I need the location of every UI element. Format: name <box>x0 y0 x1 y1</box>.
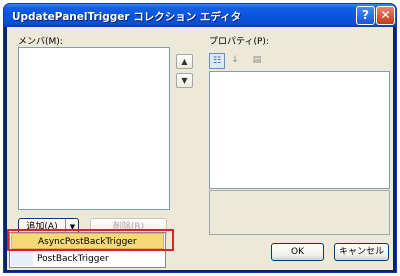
members-label: メンバ(M): <box>18 37 63 47</box>
property-grid[interactable] <box>209 71 390 189</box>
menu-item-async-postback-trigger[interactable]: AsyncPostBackTrigger <box>11 233 164 249</box>
help-icon[interactable]: ? <box>356 6 375 25</box>
property-description-pane <box>209 190 390 235</box>
menu-item-postback-trigger[interactable]: PostBackTrigger <box>11 251 164 267</box>
property-pages-icon[interactable]: ▤ <box>249 53 265 69</box>
alphabetical-icon[interactable]: ↓ <box>227 53 243 69</box>
title-bar[interactable]: UpdatePanelTrigger コレクション エディタ ? ✕ <box>4 4 396 27</box>
arrow-up-icon: ▲ <box>181 57 188 66</box>
cancel-button[interactable]: キャンセル <box>334 243 389 261</box>
add-dropdown-menu: AsyncPostBackTrigger PostBackTrigger <box>9 232 166 268</box>
arrow-down-icon: ▼ <box>181 76 188 85</box>
properties-label: プロパティ(P): <box>209 37 269 47</box>
window-title: UpdatePanelTrigger コレクション エディタ <box>12 11 242 23</box>
categorized-icon[interactable]: ☷ <box>209 53 225 69</box>
ok-button[interactable]: OK <box>271 243 324 261</box>
members-list[interactable] <box>18 47 170 210</box>
close-icon[interactable]: ✕ <box>376 6 395 25</box>
move-down-button[interactable]: ▼ <box>176 73 193 88</box>
properties-toolbar: ☷ ↓ ▤ <box>209 53 279 69</box>
move-up-button[interactable]: ▲ <box>176 54 193 69</box>
